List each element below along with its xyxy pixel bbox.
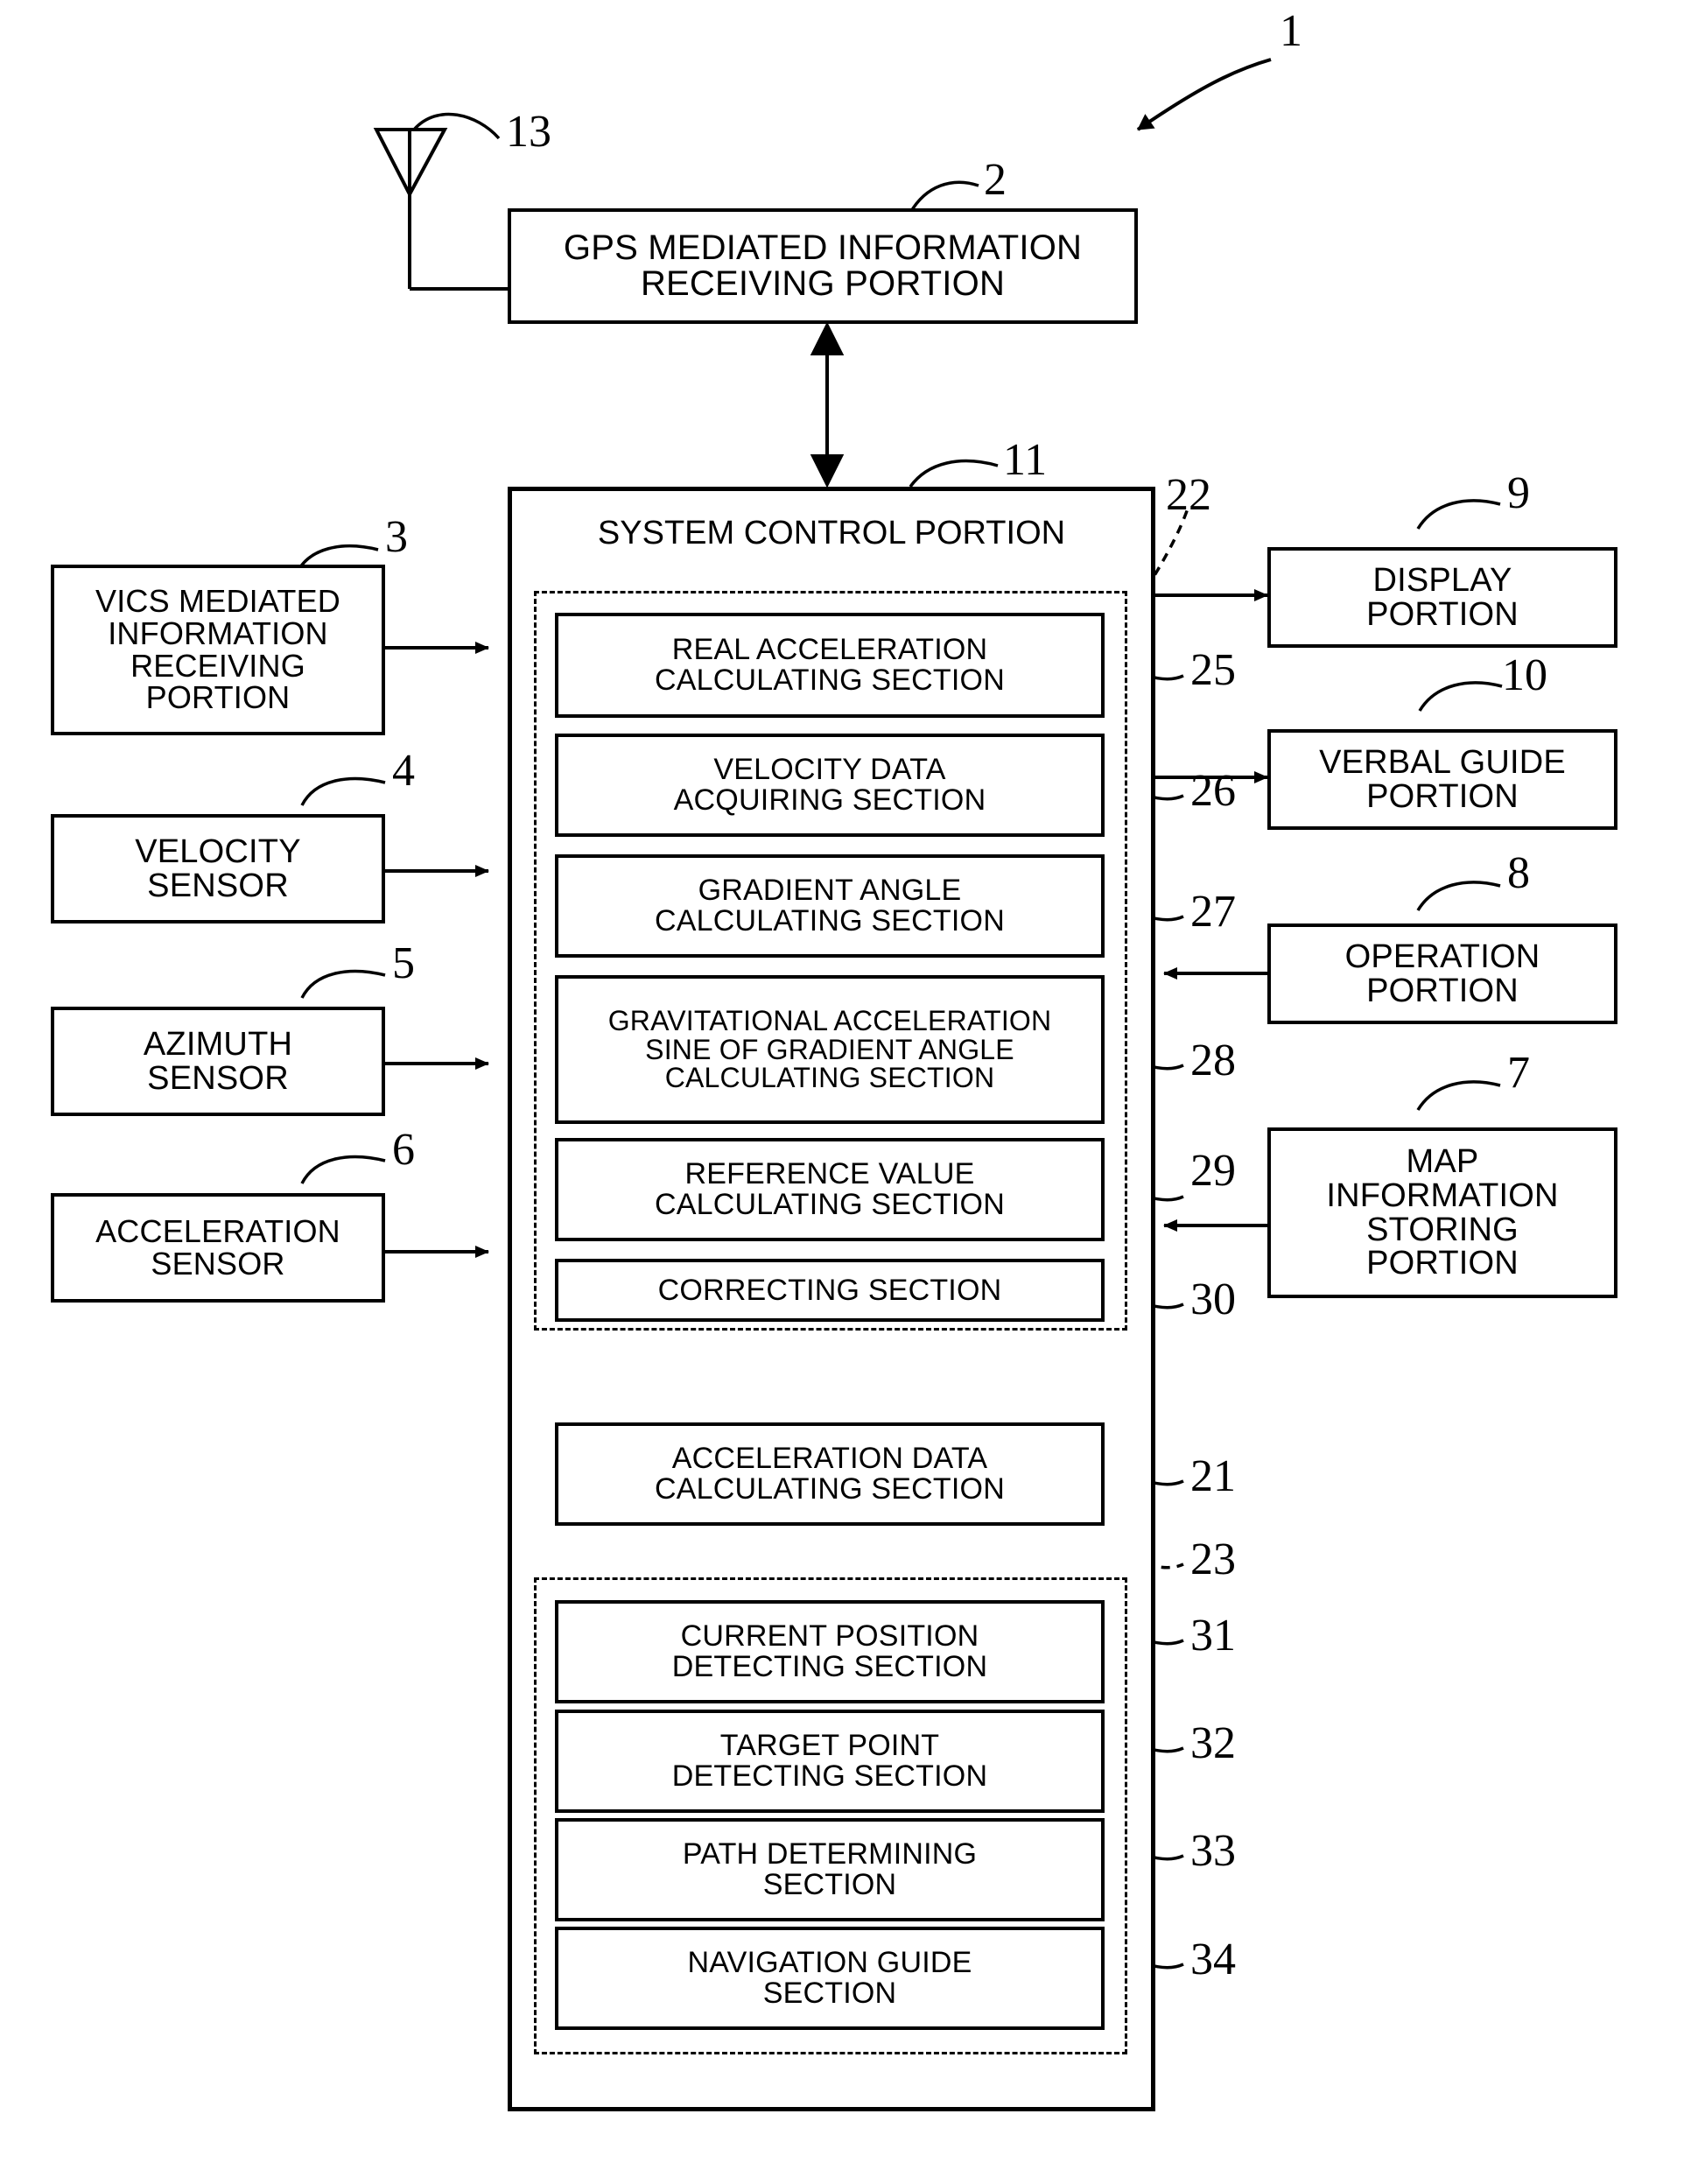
ref-numeral-29: 29: [1190, 1146, 1236, 1196]
ref-numeral-2: 2: [984, 155, 1007, 205]
acceleration-data-calculating-section-label: ACCELERATION DATA CALCULATING SECTION: [655, 1442, 1005, 1506]
vics-receiving-portion-box[interactable]: VICS MEDIATED INFORMATION RECEIVING PORT…: [51, 565, 385, 735]
ref-numeral-5: 5: [392, 938, 415, 988]
ref-numeral-34: 34: [1190, 1935, 1236, 1984]
ref-numeral-33: 33: [1190, 1826, 1236, 1876]
current-position-detecting-section-label: CURRENT POSITION DETECTING SECTION: [671, 1619, 988, 1683]
map-information-storing-portion-box[interactable]: MAP INFORMATION STORING PORTION: [1267, 1127, 1617, 1298]
operation-portion-box[interactable]: OPERATION PORTION: [1267, 923, 1617, 1024]
display-portion-label: DISPLAY PORTION: [1366, 561, 1519, 633]
velocity-sensor-label: VELOCITY SENSOR: [135, 832, 301, 904]
real-acceleration-calculating-section-box[interactable]: REAL ACCELERATION CALCULATING SECTION: [555, 613, 1105, 718]
target-point-detecting-section-box[interactable]: TARGET POINT DETECTING SECTION: [555, 1710, 1105, 1813]
navigation-guide-section-box[interactable]: NAVIGATION GUIDE SECTION: [555, 1927, 1105, 2030]
gps-receiving-portion-label: GPS MEDIATED INFORMATION RECEIVING PORTI…: [563, 228, 1083, 303]
ref-numeral-31: 31: [1190, 1611, 1236, 1661]
ref-numeral-9: 9: [1507, 468, 1530, 518]
gps-receiving-portion-box[interactable]: GPS MEDIATED INFORMATION RECEIVING PORTI…: [508, 208, 1138, 324]
velocity-data-acquiring-section-box[interactable]: VELOCITY DATA ACQUIRING SECTION: [555, 734, 1105, 837]
gravitational-acceleration-sine-section-box[interactable]: GRAVITATIONAL ACCELERATION SINE OF GRADI…: [555, 975, 1105, 1124]
operation-portion-label: OPERATION PORTION: [1344, 938, 1540, 1009]
reference-value-calculating-section-label: REFERENCE VALUE CALCULATING SECTION: [655, 1157, 1005, 1221]
velocity-sensor-box[interactable]: VELOCITY SENSOR: [51, 814, 385, 923]
ref-numeral-30: 30: [1190, 1275, 1236, 1324]
ref-numeral-1: 1: [1280, 6, 1302, 56]
system-control-portion-title: SYSTEM CONTROL PORTION: [597, 515, 1066, 551]
ref-numeral-4: 4: [392, 746, 415, 796]
ref-numeral-6: 6: [392, 1125, 415, 1175]
ref-numeral-10: 10: [1502, 650, 1547, 700]
ref-numeral-3: 3: [385, 512, 408, 562]
ref-numeral-7: 7: [1507, 1048, 1530, 1098]
ref-numeral-23: 23: [1190, 1534, 1236, 1584]
ref-numeral-32: 32: [1190, 1718, 1236, 1768]
reference-value-calculating-section-box[interactable]: REFERENCE VALUE CALCULATING SECTION: [555, 1138, 1105, 1241]
path-determining-section-label: PATH DETERMINING SECTION: [682, 1837, 978, 1901]
acceleration-data-calculating-section-box[interactable]: ACCELERATION DATA CALCULATING SECTION: [555, 1422, 1105, 1526]
gravitational-acceleration-sine-section-label: GRAVITATIONAL ACCELERATION SINE OF GRADI…: [607, 1005, 1052, 1094]
map-information-storing-portion-label: MAP INFORMATION STORING PORTION: [1326, 1143, 1559, 1282]
ref-numeral-13: 13: [506, 107, 551, 157]
acceleration-sensor-label: ACCELERATION SENSOR: [95, 1212, 340, 1282]
display-portion-box[interactable]: DISPLAY PORTION: [1267, 547, 1617, 648]
ref-numeral-25: 25: [1190, 645, 1236, 695]
correcting-section-box[interactable]: CORRECTING SECTION: [555, 1259, 1105, 1322]
current-position-detecting-section-box[interactable]: CURRENT POSITION DETECTING SECTION: [555, 1600, 1105, 1703]
ref-numeral-11: 11: [1003, 435, 1048, 485]
gradient-angle-calculating-section-box[interactable]: GRADIENT ANGLE CALCULATING SECTION: [555, 854, 1105, 958]
vics-receiving-portion-label: VICS MEDIATED INFORMATION RECEIVING PORT…: [95, 583, 340, 716]
real-acceleration-calculating-section-label: REAL ACCELERATION CALCULATING SECTION: [655, 633, 1005, 697]
azimuth-sensor-box[interactable]: AZIMUTH SENSOR: [51, 1007, 385, 1116]
velocity-data-acquiring-section-label: VELOCITY DATA ACQUIRING SECTION: [673, 753, 986, 817]
verbal-guide-portion-box[interactable]: VERBAL GUIDE PORTION: [1267, 729, 1617, 830]
ref-numeral-21: 21: [1190, 1451, 1236, 1501]
azimuth-sensor-label: AZIMUTH SENSOR: [143, 1025, 293, 1097]
acceleration-sensor-box[interactable]: ACCELERATION SENSOR: [51, 1193, 385, 1303]
navigation-guide-section-label: NAVIGATION GUIDE SECTION: [687, 1946, 972, 2010]
gradient-angle-calculating-section-label: GRADIENT ANGLE CALCULATING SECTION: [655, 874, 1005, 938]
correcting-section-label: CORRECTING SECTION: [657, 1273, 1002, 1307]
ref-numeral-26: 26: [1190, 766, 1236, 816]
path-determining-section-box[interactable]: PATH DETERMINING SECTION: [555, 1818, 1105, 1921]
ref-numeral-27: 27: [1190, 887, 1236, 937]
ref-numeral-22: 22: [1166, 470, 1211, 520]
ref-numeral-28: 28: [1190, 1036, 1236, 1085]
ref-numeral-8: 8: [1507, 848, 1530, 898]
target-point-detecting-section-label: TARGET POINT DETECTING SECTION: [671, 1729, 988, 1793]
patent-figure: GPS MEDIATED INFORMATION RECEIVING PORTI…: [0, 0, 1691, 2184]
verbal-guide-portion-label: VERBAL GUIDE PORTION: [1319, 743, 1566, 815]
